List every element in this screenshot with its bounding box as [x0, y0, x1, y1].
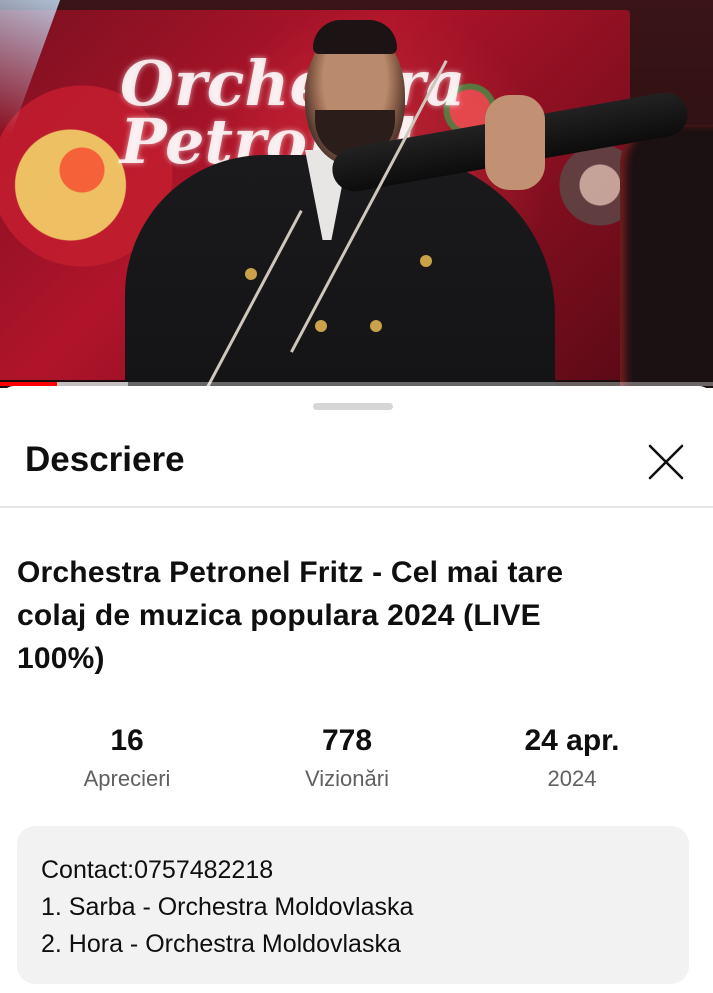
sheet-header: Descriere: [0, 420, 713, 508]
description-line: 1. Sarba - Orchestra Moldovlaska: [41, 893, 414, 921]
description-sheet: Descriere Orchestra Petronel Fritz - Cel…: [0, 386, 713, 993]
jacket-button: [245, 268, 257, 280]
date-stat: 24 apr. 2024: [462, 721, 682, 795]
close-icon: [648, 444, 684, 480]
description-box[interactable]: Contact:0757482218 1. Sarba - Orchestra …: [17, 826, 689, 984]
publish-date: 24 apr.: [524, 724, 620, 757]
views-stat: 778 Vizionări: [237, 721, 457, 795]
close-button[interactable]: [640, 436, 692, 488]
jacket-button: [420, 255, 432, 267]
likes-count: 16: [110, 724, 144, 757]
publish-year: 2024: [547, 766, 597, 791]
jacket-button: [315, 320, 327, 332]
video-stats: 16 Aprecieri 778 Vizionări 24 apr. 2024: [0, 721, 713, 801]
drag-handle[interactable]: [313, 403, 393, 410]
views-label: Vizionări: [305, 766, 389, 791]
description-line: Contact:0757482218: [41, 856, 274, 884]
description-line: 2. Hora - Orchestra Moldovlaska: [41, 930, 401, 958]
video-player[interactable]: Orchestra Petronel: [0, 0, 713, 388]
likes-stat: 16 Aprecieri: [17, 721, 237, 795]
background-musician: [620, 125, 713, 388]
video-title: Orchestra Petronel Fritz - Cel mai tare …: [17, 556, 564, 675]
jacket-button: [370, 320, 382, 332]
violinist-hand: [485, 95, 545, 190]
views-count: 778: [321, 724, 373, 757]
likes-label: Aprecieri: [83, 766, 171, 791]
sheet-title: Descriere: [25, 440, 185, 479]
violinist-hair: [313, 20, 397, 54]
